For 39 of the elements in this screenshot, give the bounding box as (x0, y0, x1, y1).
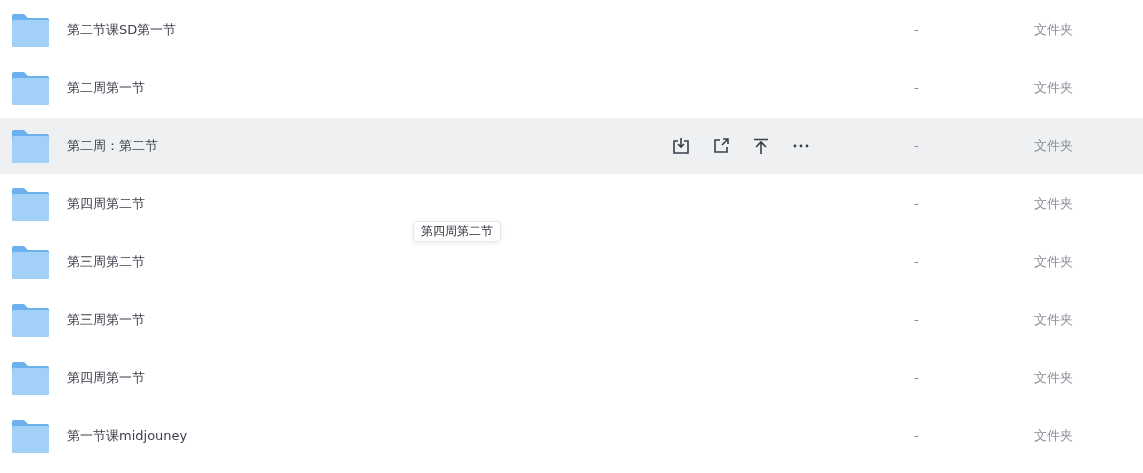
file-type: 文件夹 (1034, 21, 1073, 40)
file-row-highlight[interactable]: 第二周：第二节 - 文件夹 (0, 118, 1143, 174)
file-type: 文件夹 (1034, 427, 1073, 446)
file-type: 文件夹 (1034, 253, 1073, 272)
folder-icon (12, 245, 49, 279)
tooltip: 第四周第二节 (413, 221, 501, 242)
more-icon (793, 144, 809, 148)
file-type: 文件夹 (1034, 137, 1073, 156)
file-name[interactable]: 第三周第一节 (67, 310, 145, 330)
share-icon (713, 138, 729, 154)
folder-icon (12, 361, 49, 395)
folder-icon (12, 71, 49, 105)
file-size: - (913, 311, 920, 330)
move-to-top-icon (753, 138, 769, 154)
folder-icon (12, 303, 49, 337)
folder-icon (12, 187, 49, 221)
folder-icon (12, 13, 49, 47)
file-type: 文件夹 (1034, 311, 1073, 330)
folder-icon (12, 419, 49, 453)
file-name[interactable]: 第四周第二节 (67, 194, 145, 214)
download-icon (672, 137, 690, 155)
file-type: 文件夹 (1034, 195, 1073, 214)
file-size: - (913, 137, 920, 156)
file-size: - (913, 369, 920, 388)
file-name[interactable]: 第二节课SD第一节 (67, 20, 177, 40)
file-name[interactable]: 第二周第一节 (67, 78, 145, 98)
file-size: - (913, 427, 920, 446)
file-name[interactable]: 第二周：第二节 (67, 136, 158, 156)
download-button[interactable] (670, 135, 692, 157)
file-size: - (913, 253, 920, 272)
file-size: - (913, 79, 920, 98)
file-name[interactable]: 第四周第一节 (67, 368, 145, 388)
file-size: - (913, 195, 920, 214)
file-type: 文件夹 (1034, 79, 1073, 98)
file-name[interactable]: 第三周第二节 (67, 252, 145, 272)
folder-icon (12, 129, 49, 163)
file-name[interactable]: 第一节课midjouney (67, 426, 188, 446)
file-type: 文件夹 (1034, 369, 1073, 388)
file-size: - (913, 21, 920, 40)
